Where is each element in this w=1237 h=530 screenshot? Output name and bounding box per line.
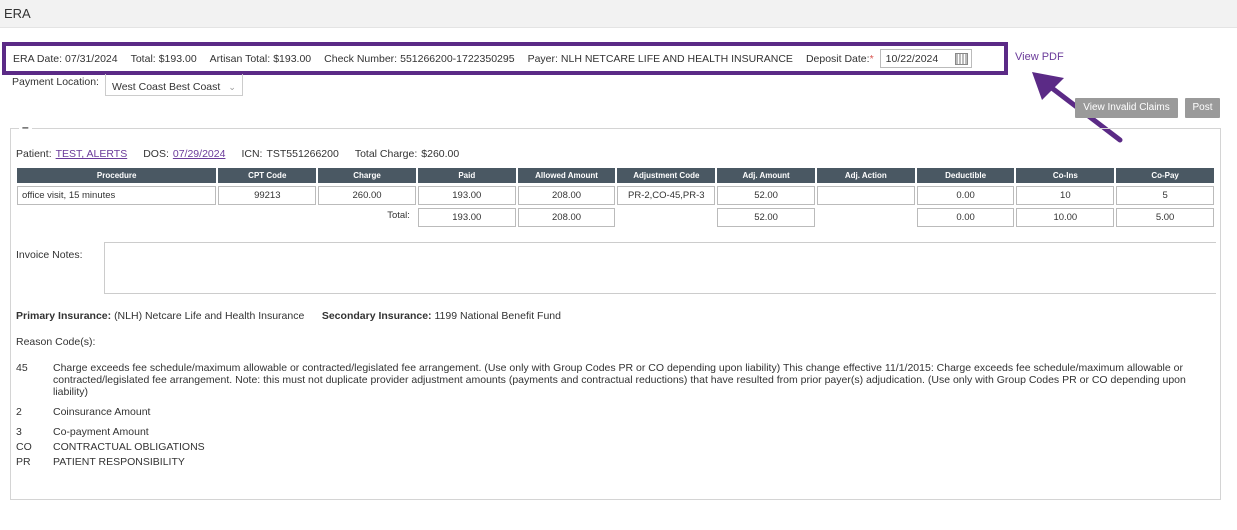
charge-cell: 260.00 <box>318 186 416 205</box>
reason-code: 45 <box>16 362 28 374</box>
patient-info: Patient: TEST, ALERTS DOS: 07/29/2024 IC… <box>16 148 475 160</box>
deposit-date-value[interactable]: 10/22/2024 <box>886 53 939 65</box>
total-co-ins: 10.00 <box>1016 208 1115 227</box>
reason-description: PATIENT RESPONSIBILITY <box>53 456 185 468</box>
reason-description: Charge exceeds fee schedule/maximum allo… <box>53 362 1186 398</box>
deposit-date-label: Deposit Date: <box>805 52 870 65</box>
procedure-cell: office visit, 15 minutes <box>17 186 217 205</box>
patient-name-link[interactable]: TEST, ALERTS <box>56 148 128 160</box>
era-date-label: ERA Date: <box>13 52 63 65</box>
column-header: Co-Ins <box>1016 168 1115 183</box>
reason-codes-list: 45 Charge exceeds fee schedule/maximum a… <box>16 362 1212 471</box>
column-header: Adjustment Code <box>617 168 716 183</box>
totals-label: Total: <box>387 210 410 221</box>
collapse-toggle[interactable]: – <box>19 120 32 134</box>
artisan-total-value: $193.00 <box>273 52 312 65</box>
invoice-notes-label: Invoice Notes: <box>16 249 83 261</box>
primary-insurance-label: Primary Insurance: <box>16 310 112 322</box>
payment-location: Payment Location: West Coast Best Coast … <box>12 74 243 96</box>
view-invalid-claims-button[interactable]: View Invalid Claims <box>1075 98 1178 118</box>
co-ins-cell[interactable]: 10 <box>1016 186 1115 205</box>
payer-label: Payer: <box>527 52 558 65</box>
icn-label: ICN: <box>241 148 263 160</box>
total-charge-value: $260.00 <box>421 148 460 160</box>
adj-action-cell[interactable] <box>816 186 915 205</box>
secondary-insurance-value: 1199 National Benefit Fund <box>434 310 561 322</box>
total-deductible: 0.00 <box>916 208 1015 227</box>
icn-value: TST551266200 <box>266 148 339 160</box>
reason-code: CO <box>16 441 32 453</box>
payment-location-label: Payment Location: <box>12 76 99 88</box>
era-summary-header: ERA Date: 07/31/2024 Total: $193.00 Arti… <box>2 42 1008 75</box>
list-item: 3 Co-payment Amount <box>16 426 1212 438</box>
cpt-code-cell: 99213 <box>218 186 317 205</box>
list-item: 2 Coinsurance Amount <box>16 406 1212 418</box>
column-header: Deductible <box>916 168 1015 183</box>
total-co-pay: 5.00 <box>1116 208 1214 227</box>
total-label: Total: <box>130 52 156 65</box>
post-button[interactable]: Post <box>1185 98 1220 118</box>
calendar-icon[interactable] <box>954 52 968 65</box>
column-header: Allowed Amount <box>517 168 616 183</box>
view-pdf-link[interactable]: View PDF <box>1015 51 1064 63</box>
payment-location-value[interactable]: West Coast Best Coast <box>112 81 220 93</box>
era-date-value: 07/31/2024 <box>65 52 118 65</box>
adj-amount-cell[interactable]: 52.00 <box>717 186 815 205</box>
artisan-total-label: Artisan Total: <box>209 52 271 65</box>
total-adj-amount: 52.00 <box>717 208 815 227</box>
deposit-date-input[interactable]: 10/22/2024 <box>879 49 972 68</box>
column-header: Paid <box>417 168 516 183</box>
reason-code: 3 <box>16 426 22 438</box>
page-title: ERA <box>0 0 1237 28</box>
co-pay-cell[interactable]: 5 <box>1116 186 1214 205</box>
column-header: Co-Pay <box>1116 168 1214 183</box>
primary-insurance-value: (NLH) Netcare Life and Health Insurance <box>114 310 305 322</box>
table-row: office visit, 15 minutes 99213 260.00 19… <box>17 183 1214 205</box>
column-header: Adj. Action <box>816 168 915 183</box>
claims-table: Procedure CPT Code Charge Paid Allowed A… <box>15 168 1216 227</box>
dos-link[interactable]: 07/29/2024 <box>173 148 226 160</box>
total-value: $193.00 <box>158 52 197 65</box>
column-header: Adj. Amount <box>717 168 815 183</box>
column-header: CPT Code <box>218 168 317 183</box>
payment-location-select[interactable]: West Coast Best Coast ⌄ <box>104 74 243 96</box>
secondary-insurance-label: Secondary Insurance: <box>321 310 432 322</box>
patient-label: Patient: <box>16 148 52 160</box>
check-number-label: Check Number: <box>324 52 398 65</box>
payer-value: NLH NETCARE LIFE AND HEALTH INSURANCE <box>560 52 793 65</box>
table-header-row: Procedure CPT Code Charge Paid Allowed A… <box>17 168 1214 183</box>
reason-code: PR <box>16 456 31 468</box>
reason-codes-title: Reason Code(s): <box>16 336 96 348</box>
check-number-value: 551266200-1722350295 <box>400 52 515 65</box>
paid-cell[interactable]: 193.00 <box>417 186 516 205</box>
reason-code: 2 <box>16 406 22 418</box>
reason-description: CONTRACTUAL OBLIGATIONS <box>53 441 205 453</box>
list-item: PR PATIENT RESPONSIBILITY <box>16 456 1212 468</box>
reason-description: Coinsurance Amount <box>53 406 151 418</box>
allowed-amount-cell[interactable]: 208.00 <box>517 186 616 205</box>
chevron-down-icon[interactable]: ⌄ <box>228 82 236 93</box>
adjustment-code-cell[interactable]: PR-2,CO-45,PR-3 <box>617 186 716 205</box>
deductible-cell[interactable]: 0.00 <box>916 186 1015 205</box>
required-mark: * <box>869 52 874 65</box>
list-item: CO CONTRACTUAL OBLIGATIONS <box>16 441 1212 453</box>
list-item: 45 Charge exceeds fee schedule/maximum a… <box>16 362 1212 398</box>
column-header: Procedure <box>17 168 217 183</box>
column-header: Charge <box>318 168 416 183</box>
totals-row: Total: 193.00 208.00 52.00 0.00 10.00 5.… <box>17 205 1214 227</box>
total-paid: 193.00 <box>417 208 516 227</box>
total-allowed: 208.00 <box>517 208 616 227</box>
insurance-info: Primary Insurance: (NLH) Netcare Life an… <box>16 310 561 322</box>
dos-label: DOS: <box>143 148 169 160</box>
invoice-notes-textarea[interactable] <box>104 242 1216 294</box>
total-charge-label: Total Charge: <box>354 148 418 160</box>
reason-description: Co-payment Amount <box>53 426 149 438</box>
